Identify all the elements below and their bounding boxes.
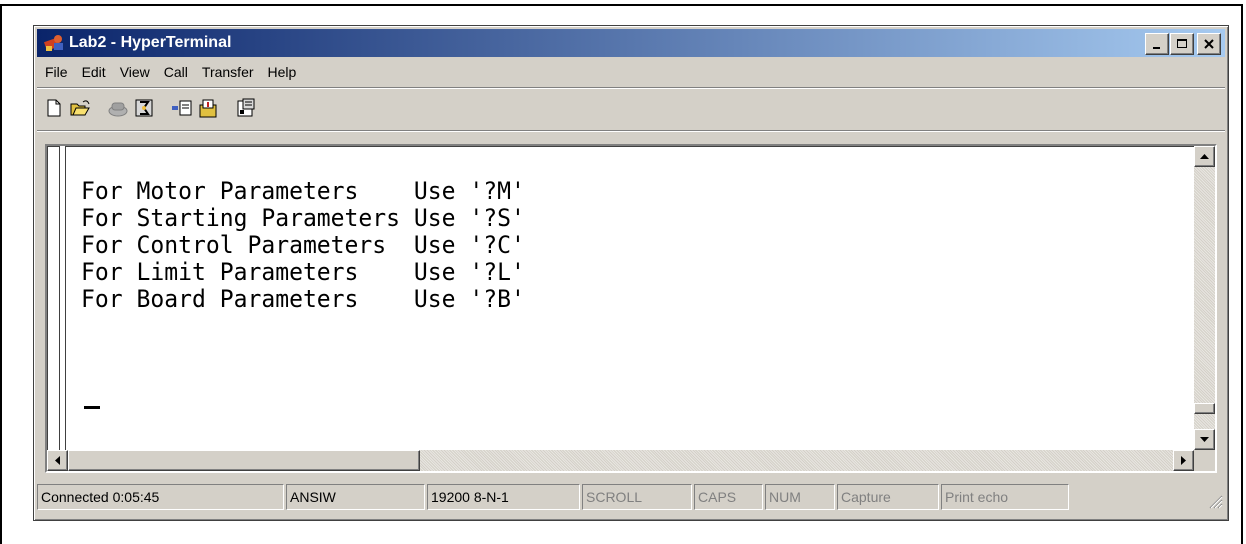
- menu-call[interactable]: Call: [157, 64, 195, 80]
- status-connected: Connected 0:05:45: [37, 484, 284, 510]
- send-icon: [172, 100, 192, 116]
- minimize-button[interactable]: [1145, 33, 1169, 55]
- hyperterminal-window: Lab2 - HyperTerminal File Edit View Call…: [33, 25, 1229, 521]
- status-print-echo: Print echo: [941, 484, 1069, 510]
- connect-button[interactable]: [106, 96, 130, 120]
- menu-edit[interactable]: Edit: [75, 64, 113, 80]
- open-button[interactable]: [68, 96, 92, 120]
- new-button[interactable]: [42, 96, 66, 120]
- menu-file[interactable]: File: [37, 64, 75, 80]
- close-button[interactable]: [1197, 33, 1221, 55]
- status-settings: 19200 8-N-1: [427, 484, 580, 510]
- status-bar: Connected 0:05:45 ANSIW 19200 8-N-1 SCRO…: [37, 481, 1225, 513]
- title-bar[interactable]: Lab2 - HyperTerminal: [37, 29, 1225, 57]
- arrow-right-icon: [1180, 456, 1186, 465]
- window-title: Lab2 - HyperTerminal: [69, 34, 232, 51]
- scroll-up-button[interactable]: [1194, 146, 1215, 167]
- receive-icon: [199, 99, 217, 118]
- hyperterminal-icon[interactable]: [43, 32, 65, 54]
- disconnect-button[interactable]: [132, 96, 156, 120]
- terminal-left-margin: [59, 146, 66, 471]
- menu-help[interactable]: Help: [261, 64, 304, 80]
- scroll-right-button[interactable]: [1173, 450, 1194, 471]
- maximize-button[interactable]: [1170, 33, 1194, 55]
- properties-icon: [237, 98, 255, 117]
- horizontal-scroll-thumb[interactable]: [68, 450, 420, 471]
- window-controls: [1144, 33, 1221, 55]
- terminal-line: For Board Parameters Use '?B': [81, 285, 525, 313]
- terminal-line: For Motor Parameters Use '?M': [81, 177, 525, 205]
- terminal-output: For Motor Parameters Use '?M' For Startin…: [81, 178, 525, 313]
- open-icon: [70, 100, 90, 116]
- toolbar: [42, 92, 260, 124]
- close-icon: [1204, 39, 1214, 49]
- resize-grip-icon[interactable]: [1207, 493, 1223, 509]
- terminal-line: For Limit Parameters Use '?L': [81, 258, 525, 286]
- properties-button[interactable]: [234, 96, 258, 120]
- menu-bar: File Edit View Call Transfer Help: [37, 60, 1225, 84]
- terminal-line: For Starting Parameters Use '?S': [81, 204, 525, 232]
- status-caps: CAPS: [694, 484, 763, 510]
- disconnect-icon: [135, 99, 153, 117]
- status-emulation: ANSIW: [286, 484, 425, 510]
- vertical-scroll-thumb[interactable]: [1194, 403, 1215, 414]
- arrow-left-icon: [54, 456, 60, 465]
- arrow-down-icon: [1200, 436, 1209, 442]
- connect-icon: [108, 102, 128, 117]
- terminal-screen[interactable]: For Motor Parameters Use '?M' For Startin…: [45, 144, 1217, 473]
- vertical-scrollbar[interactable]: [1194, 146, 1215, 450]
- arrow-up-icon: [1200, 153, 1209, 159]
- new-icon: [47, 99, 61, 117]
- send-button[interactable]: [170, 96, 194, 120]
- toolbar-separator: [37, 130, 1225, 132]
- text-cursor: [84, 406, 100, 409]
- status-num: NUM: [765, 484, 835, 510]
- menu-transfer[interactable]: Transfer: [195, 64, 261, 80]
- menu-view[interactable]: View: [113, 64, 157, 80]
- minimize-icon: [1153, 47, 1160, 49]
- scroll-down-button[interactable]: [1194, 429, 1215, 450]
- menu-separator: [37, 87, 1225, 89]
- status-capture: Capture: [837, 484, 939, 510]
- maximize-icon: [1177, 39, 1187, 48]
- status-scroll: SCROLL: [582, 484, 692, 510]
- horizontal-scrollbar[interactable]: [47, 450, 1194, 471]
- scroll-left-button[interactable]: [47, 450, 68, 471]
- receive-button[interactable]: [196, 96, 220, 120]
- terminal-line: For Control Parameters Use '?C': [81, 231, 525, 259]
- scrollbar-corner: [1194, 450, 1215, 471]
